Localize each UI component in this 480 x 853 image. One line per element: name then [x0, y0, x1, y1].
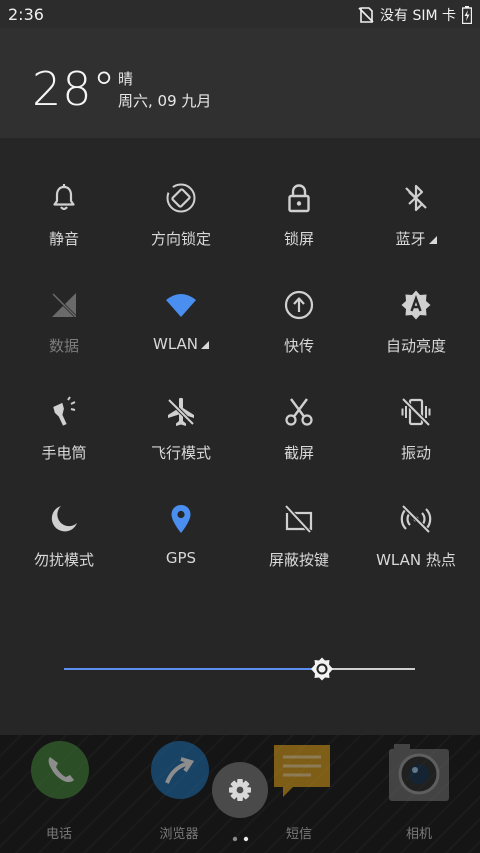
camera-icon [389, 744, 449, 801]
tile-label: 蓝牙 [356, 228, 476, 249]
tile-bluetooth[interactable]: 蓝牙 [356, 182, 476, 282]
auto-brightness-icon [401, 290, 431, 320]
tile-block-keys[interactable]: 屏蔽按键 [239, 503, 359, 603]
lock-icon [288, 184, 310, 213]
tile-do-not-disturb[interactable]: 勿扰模式 [4, 503, 124, 603]
tile-label: GPS [165, 549, 197, 567]
header: 28° 晴 周六, 09 九月 [0, 28, 480, 138]
phone-icon [31, 741, 89, 799]
wifi-icon [166, 294, 196, 317]
app-phone[interactable]: 电话 [19, 741, 99, 846]
tile-gps[interactable]: GPS [121, 503, 241, 603]
hotspot-off-icon [400, 504, 432, 534]
tile-rotation-lock[interactable]: 方向锁定 [121, 182, 241, 282]
battery-charging-icon [462, 6, 472, 24]
messages-icon [274, 745, 330, 797]
tile-auto-brightness[interactable]: 自动亮度 [356, 289, 476, 389]
gear-icon [229, 779, 251, 801]
vibrate-off-icon [401, 397, 431, 427]
tile-silent[interactable]: 静音 [4, 182, 124, 282]
tile-label: 方向锁定 [150, 230, 211, 248]
brightness-slider-thumb[interactable] [310, 657, 334, 681]
tile-label: 锁屏 [283, 230, 314, 248]
temperature: 28° [32, 62, 117, 116]
brightness-slider-track[interactable] [322, 668, 415, 670]
tile-hotspot[interactable]: WLAN 热点 [356, 503, 476, 603]
status-time: 2:36 [8, 5, 44, 24]
date: 周六, 09 九月 [118, 92, 212, 110]
tile-screenshot[interactable]: 截屏 [239, 396, 359, 496]
settings-button[interactable] [212, 762, 268, 818]
tile-label: WLAN [121, 335, 241, 353]
quick-share-icon [284, 290, 314, 320]
airplane-off-icon [167, 397, 195, 426]
tile-flashlight[interactable]: 手电筒 [4, 396, 124, 496]
brightness-slider-fill[interactable] [64, 668, 322, 670]
mobile-data-off-icon [51, 292, 77, 318]
status-bar: 2:36 没有 SIM 卡 [0, 0, 480, 28]
tile-label: 静音 [48, 230, 79, 248]
location-icon [171, 505, 191, 533]
tile-mobile-data[interactable]: 数据 [4, 289, 124, 389]
bell-icon [53, 184, 75, 211]
tile-label: 手电筒 [41, 444, 87, 462]
no-sim-icon [358, 7, 374, 23]
weather-condition: 晴 [118, 70, 134, 88]
app-messages[interactable]: 短信 [259, 741, 339, 846]
tile-label: 飞行模式 [150, 444, 211, 462]
app-camera[interactable]: 相机 [379, 741, 459, 846]
tile-label: 屏蔽按键 [268, 551, 329, 569]
tile-label: WLAN 热点 [376, 551, 456, 569]
page-indicator [232, 836, 249, 842]
tile-label: 快传 [283, 337, 314, 355]
tile-label: 勿扰模式 [33, 551, 94, 569]
sim-status: 没有 SIM 卡 [380, 8, 456, 24]
rotate-lock-icon [166, 183, 196, 213]
tile-label: 数据 [48, 337, 79, 355]
scissors-icon [285, 398, 313, 426]
tile-label: 自动亮度 [385, 337, 446, 355]
browser-icon [151, 741, 209, 799]
tile-vibrate[interactable]: 振动 [356, 396, 476, 496]
flashlight-icon [53, 396, 76, 426]
tile-label: 振动 [400, 444, 431, 462]
moon-icon [51, 506, 77, 532]
bluetooth-off-icon [405, 184, 427, 212]
app-browser[interactable]: 浏览器 [139, 741, 219, 846]
tile-label: 截屏 [283, 444, 314, 462]
block-keys-icon [284, 504, 313, 534]
tile-quick-share[interactable]: 快传 [239, 289, 359, 389]
tile-lock-screen[interactable]: 锁屏 [239, 182, 359, 282]
tile-wlan[interactable]: WLAN [121, 289, 241, 389]
tile-airplane-mode[interactable]: 飞行模式 [121, 396, 241, 496]
